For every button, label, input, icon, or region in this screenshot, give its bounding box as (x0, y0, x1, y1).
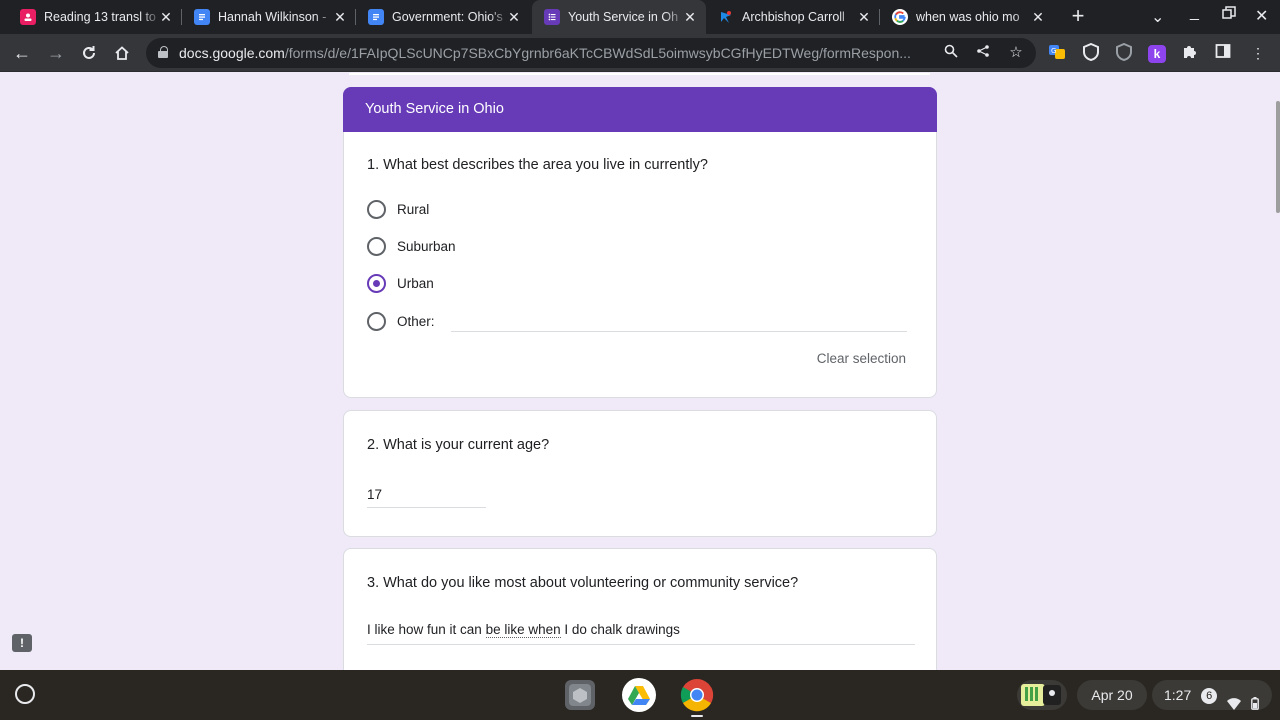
spellcheck-underline[interactable]: be like when (485, 622, 561, 638)
zoom-search-icon[interactable] (942, 44, 960, 62)
google-drive-icon[interactable] (622, 678, 656, 712)
classroom-icon (20, 9, 36, 25)
option-label: Urban (397, 276, 434, 291)
radio-button[interactable] (367, 200, 386, 219)
url-text[interactable]: docs.google.com/forms/d/e/1FAIpQLScUNCp7… (179, 45, 931, 61)
close-window-icon[interactable]: ✕ (1255, 6, 1268, 26)
option-other[interactable]: Other: (367, 312, 435, 331)
option-rural[interactable]: Rural (367, 200, 429, 219)
scrollbar[interactable] (1276, 101, 1280, 213)
tab-hannah[interactable]: Hannah Wilkinson - ✕ (182, 0, 356, 34)
back-icon[interactable]: ← (11, 42, 33, 64)
tab-title: Reading 13 transl to (44, 10, 156, 24)
launcher-icon[interactable] (15, 684, 35, 704)
extensions-puzzle-icon[interactable] (1180, 43, 1200, 63)
google-icon (892, 9, 908, 25)
notification-count-badge: 6 (1201, 688, 1218, 705)
extension-translate-icon[interactable]: G (1047, 43, 1067, 63)
question-title: 3. What do you like most about volunteer… (367, 575, 799, 591)
tab-strip: Reading 13 transl to ✕ Hannah Wilkinson … (0, 0, 1280, 34)
tab-title: Government: Ohio's (392, 10, 503, 24)
clear-selection-button[interactable]: Clear selection (817, 351, 906, 366)
close-icon[interactable]: ✕ (158, 9, 174, 25)
close-icon[interactable]: ✕ (332, 9, 348, 25)
form-page: Youth Service in Ohio 1. What best descr… (0, 73, 1280, 670)
question-card-2: 2. What is your current age? 17 (343, 410, 937, 537)
more-menu-icon[interactable]: ⋮ (1248, 43, 1268, 63)
question-title: 1. What best describes the area you live… (367, 157, 708, 173)
docs-icon (194, 9, 210, 25)
option-label: Rural (397, 202, 430, 217)
forward-icon[interactable]: → (45, 42, 67, 64)
lock-icon[interactable] (158, 46, 168, 58)
tab-government[interactable]: Government: Ohio's ✕ (356, 0, 530, 34)
wifi-icon (1227, 690, 1242, 711)
chromeos-shelf: Apr 20 1:27 6 (0, 670, 1280, 720)
section-title: Youth Service in Ohio (343, 87, 937, 132)
option-suburban[interactable]: Suburban (367, 237, 456, 256)
extension-shield-dark-icon[interactable] (1114, 42, 1134, 63)
bookmark-star-icon[interactable]: ☆ (1007, 44, 1025, 62)
tab-title: Hannah Wilkinson - (218, 10, 327, 24)
radio-button[interactable] (367, 237, 386, 256)
tab-archbishop[interactable]: Archbishop Carroll ✕ (706, 0, 880, 34)
home-icon[interactable] (111, 42, 133, 64)
clock-time: 1:27 (1164, 687, 1192, 703)
address-bar[interactable]: docs.google.com/forms/d/e/1FAIpQLScUNCp7… (146, 38, 1036, 68)
logo-icon (718, 9, 734, 25)
tab-google-search[interactable]: when was ohio mo ✕ (880, 0, 1054, 34)
browser-toolbar: ← → docs.google.com/forms/d/e/1FAIpQLScU… (0, 34, 1280, 72)
option-label: Suburban (397, 239, 456, 254)
date-tray[interactable]: Apr 20 (1077, 680, 1147, 710)
files-app-icon[interactable] (565, 680, 595, 710)
extension-shield-icon[interactable] (1081, 42, 1101, 63)
question-title: 2. What is your current age? (367, 437, 550, 453)
close-icon[interactable]: ✕ (856, 9, 872, 25)
question-card-3: 3. What do you like most about volunteer… (343, 548, 937, 670)
svg-text:G: G (1051, 47, 1056, 55)
option-label: Other: (397, 314, 435, 329)
reload-icon[interactable] (78, 42, 100, 64)
holding-space-tray[interactable] (1017, 680, 1067, 710)
tab-title: when was ohio mo (916, 10, 1020, 24)
minimize-icon[interactable]: _ (1190, 4, 1199, 22)
close-icon[interactable]: ✕ (682, 9, 698, 25)
status-tray[interactable]: 1:27 6 (1152, 680, 1272, 711)
close-icon[interactable]: ✕ (1030, 9, 1046, 25)
feedback-icon[interactable]: ! (12, 634, 32, 652)
close-icon[interactable]: ✕ (506, 9, 522, 25)
docs-icon (368, 9, 384, 25)
age-answer-input[interactable]: 17 (367, 487, 382, 502)
share-icon[interactable] (974, 44, 992, 62)
tab-reading[interactable]: Reading 13 transl to ✕ (8, 0, 182, 34)
side-panel-icon[interactable] (1213, 43, 1233, 63)
tab-youth-service[interactable]: Youth Service in Oh ✕ (532, 0, 706, 34)
question-card-1: 1. What best describes the area you live… (343, 132, 937, 398)
other-text-input[interactable] (451, 331, 907, 332)
forms-icon (544, 9, 560, 25)
radio-button[interactable] (367, 312, 386, 331)
chrome-icon[interactable] (680, 678, 714, 712)
volunteering-answer-input[interactable]: I like how fun it can be like when I do … (367, 622, 680, 638)
tab-title: Youth Service in Oh (568, 10, 679, 24)
radio-button-checked[interactable] (367, 274, 386, 293)
chrome-running-indicator (691, 715, 703, 717)
battery-icon (1251, 690, 1259, 710)
tab-search-chevron-icon[interactable]: ⌄ (1151, 7, 1164, 27)
new-tab-button[interactable]: + (1066, 5, 1090, 29)
extension-k-icon[interactable]: k (1147, 43, 1167, 63)
option-urban[interactable]: Urban (367, 274, 434, 293)
tab-title: Archbishop Carroll (742, 10, 845, 24)
restore-icon[interactable] (1222, 6, 1236, 25)
